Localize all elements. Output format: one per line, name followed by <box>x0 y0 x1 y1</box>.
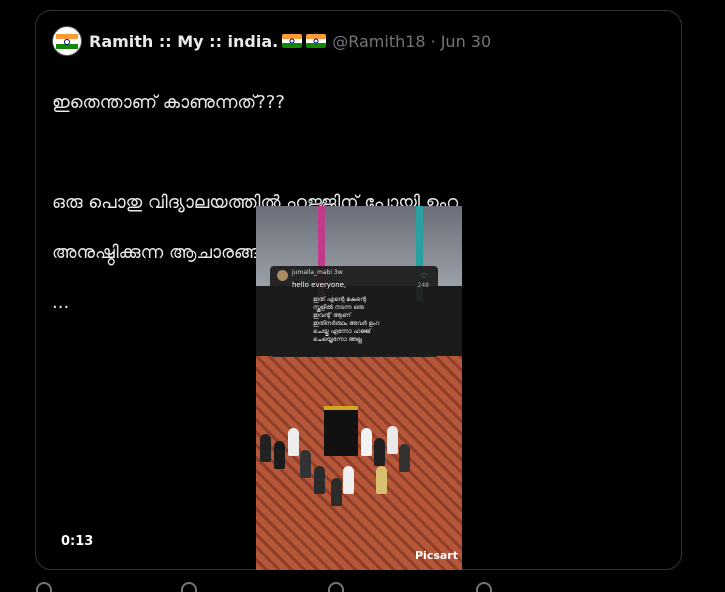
video-scene-crowd <box>256 416 462 526</box>
like-icon[interactable] <box>328 582 344 592</box>
avatar[interactable] <box>52 26 82 56</box>
video-duration: 0:13 <box>61 534 94 549</box>
retweet-icon[interactable] <box>181 582 197 592</box>
separator-dot: · <box>430 31 436 51</box>
views-icon[interactable] <box>476 582 492 592</box>
india-flag-icon <box>306 34 327 48</box>
user-handle[interactable]: @Ramith18 <box>332 32 425 51</box>
comment-body: ഇത് എന്റെ മകന്റെ സ്കൂളിൽ നടന്ന ഒരു ഇവന്റ… <box>313 296 380 343</box>
comment-greeting: hello everyone, <box>292 281 347 289</box>
display-name[interactable]: Ramith :: My :: india. <box>89 32 278 51</box>
commenter-avatar <box>277 270 288 281</box>
video-player[interactable]: jumaila_mabi 3w ♡ 248 hello everyone, ഇത… <box>256 206 462 570</box>
india-flag-icon <box>282 34 303 48</box>
reply-icon[interactable] <box>36 582 52 592</box>
tweet-card[interactable]: Ramith :: My :: india. @Ramith18 · Jun 3… <box>35 10 682 570</box>
tweet-date[interactable]: Jun 30 <box>441 32 491 51</box>
heart-icon: ♡ <box>420 272 427 280</box>
like-count: 248 <box>417 282 429 289</box>
picsart-watermark: Picsart <box>414 549 458 562</box>
comment-overlay: jumaila_mabi 3w ♡ 248 hello everyone, ഇത… <box>270 266 438 357</box>
tweet-header: Ramith :: My :: india. @Ramith18 · Jun 3… <box>52 25 491 57</box>
india-flag-icon <box>56 34 78 49</box>
tweet-text-line: ഇതെന്താണ് കാണുന്നത്??? <box>52 92 285 113</box>
tweet-actions <box>36 582 681 592</box>
commenter-username: jumaila_mabi 3w <box>292 269 343 276</box>
